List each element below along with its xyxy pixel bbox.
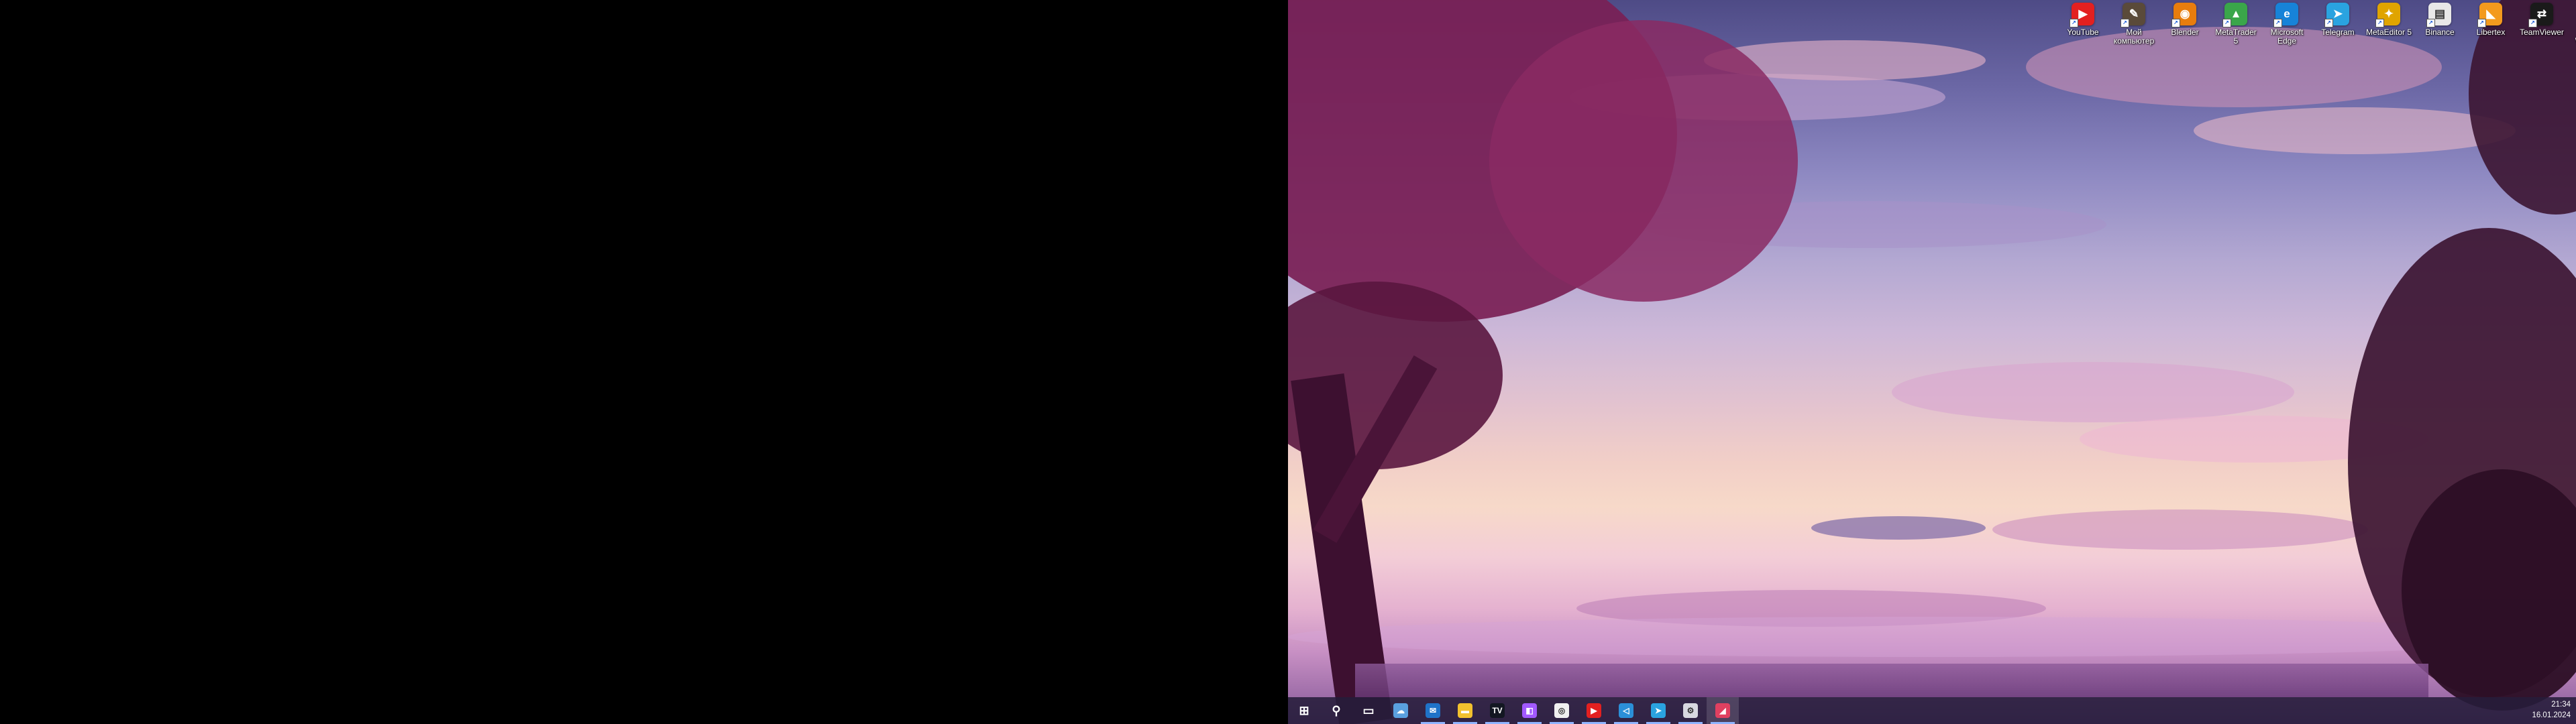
youtube-button[interactable]: ▶ — [1578, 697, 1610, 724]
clock-date: 16.01.2024 — [2532, 711, 2571, 719]
desktop-shortcut-label: Libertex — [2476, 27, 2506, 37]
app-icon: ◢ — [1715, 703, 1730, 718]
folder-icon: ▬ — [1458, 703, 1472, 718]
steam-button[interactable]: ⚙ — [1674, 697, 1707, 724]
active-app-button[interactable]: ◢ — [1707, 697, 1739, 724]
metaeditor-icon: ✦ ↗ — [2375, 3, 2400, 27]
desktop-shortcut-label: Cyotek WebCopy — [2569, 28, 2576, 46]
chrome-button[interactable]: ◎ — [1546, 697, 1578, 724]
clock[interactable]: 21:34 16.01.2024 — [2532, 699, 2571, 721]
steam-icon: ⚙ — [1683, 703, 1698, 718]
shortcut-arrow-icon: ↗ — [2477, 19, 2486, 27]
shortcut-arrow-icon: ↗ — [2324, 19, 2333, 27]
task-view-icon: ▭ — [1362, 703, 1375, 717]
desktop-shortcut[interactable]: ▶ ↗ YouTube — [2059, 1, 2106, 52]
document-icon: ▤ ↗ — [2426, 3, 2451, 27]
blender-icon: ◉ ↗ — [2171, 3, 2196, 27]
desktop[interactable]: ▶ ↗ YouTube ✎ ↗ Мой компьютер ◉ ↗ Blender ▲ ↗ MetaT… — [1288, 0, 2576, 724]
desktop-shortcut[interactable]: ▲ ↗ MetaTrader 5 — [2212, 1, 2259, 52]
desktop-shortcut[interactable]: ⇄ ↗ TeamViewer — [2518, 1, 2565, 52]
search-button[interactable]: ⚲ — [1320, 697, 1352, 724]
shortcut-arrow-icon: ↗ — [2070, 19, 2078, 27]
desktop-shortcut-label: Microsoft Edge — [2270, 27, 2304, 46]
mail-button[interactable]: ✉ — [1417, 697, 1449, 724]
desktop-shortcut-label: MetaTrader 5 — [2215, 27, 2257, 46]
windows-icon: ⊞ — [1299, 703, 1309, 717]
youtube-icon: ▶ ↗ — [2070, 3, 2094, 27]
shortcut-arrow-icon: ↗ — [2222, 19, 2231, 27]
libertex-icon: ◣ ↗ — [2477, 3, 2502, 27]
telegram-icon: ➤ ↗ — [2324, 3, 2349, 27]
desktop-shortcut-label: Telegram — [2321, 27, 2355, 37]
desktop-shortcut[interactable]: ◣ ↗ Libertex — [2467, 1, 2514, 52]
shortcut-arrow-icon: ↗ — [2121, 19, 2129, 27]
start-button[interactable]: ⊞ — [1288, 697, 1320, 724]
desktop-shortcut[interactable]: ◉ ↗ Blender — [2161, 1, 2208, 52]
desktop-shortcut[interactable]: ◔↗Cyotek WebCopy — [2569, 1, 2576, 52]
vscode-button[interactable]: ◁ — [1610, 697, 1642, 724]
figma-button[interactable]: ◧ — [1513, 697, 1546, 724]
desktop-shortcut-label: Мой компьютер — [2113, 27, 2155, 46]
desktop-icon-row: ▶ ↗ YouTube ✎ ↗ Мой компьютер ◉ ↗ Blender ▲ ↗ MetaT… — [1288, 0, 2576, 54]
youtube-icon: ▶ — [1587, 703, 1601, 718]
taskbar: ⊞ ⚲ ▭ ☁ ✉ ▬ TV ◧ ◎ ▶ ◁ ➤ ⚙ ◢ 21:34 16.01.2024 — [1288, 697, 2576, 724]
shortcut-arrow-icon: ↗ — [2528, 19, 2537, 27]
metatrader-icon: ▲ ↗ — [2222, 3, 2247, 27]
shortcut-arrow-icon: ↗ — [2273, 19, 2282, 27]
desktop-shortcut-label: Binance — [2425, 27, 2455, 37]
desktop-shortcut[interactable]: e ↗ Microsoft Edge — [2263, 1, 2310, 52]
edge-icon: e ↗ — [2273, 3, 2298, 27]
desktop-shortcut[interactable]: ▤ ↗ Binance — [2416, 1, 2463, 52]
mail-icon: ✉ — [1426, 703, 1440, 718]
vscode-icon: ◁ — [1619, 703, 1633, 718]
search-icon: ⚲ — [1332, 703, 1341, 717]
secondary-monitor-blank — [0, 0, 1288, 724]
tradingview-icon: TV — [1490, 703, 1505, 718]
telegram-icon: ➤ — [1651, 703, 1666, 718]
task-view-button[interactable]: ▭ — [1352, 697, 1385, 724]
weather-button[interactable]: ☁ — [1385, 697, 1417, 724]
shortcut-arrow-icon: ↗ — [2426, 19, 2435, 27]
sketch-app-icon: ✎ ↗ — [2121, 3, 2145, 27]
figma-icon: ◧ — [1522, 703, 1537, 718]
telegram-button[interactable]: ➤ — [1642, 697, 1674, 724]
desktop-shortcut-label: Blender — [2171, 27, 2199, 37]
shortcut-arrow-icon: ↗ — [2375, 19, 2384, 27]
desktop-shortcut[interactable]: ➤ ↗ Telegram — [2314, 1, 2361, 52]
desktop-shortcut-label: MetaEditor 5 — [2365, 27, 2412, 37]
explorer-button[interactable]: ▬ — [1449, 697, 1481, 724]
desktop-shortcut-label: TeamViewer — [2520, 27, 2564, 37]
desktop-shortcut[interactable]: ✎ ↗ Мой компьютер — [2110, 1, 2157, 52]
chrome-icon: ◎ — [1554, 703, 1569, 718]
desktop-shortcut[interactable]: ✦ ↗ MetaEditor 5 — [2365, 1, 2412, 52]
tradingview-button[interactable]: TV — [1481, 697, 1513, 724]
weather-icon: ☁ — [1393, 703, 1408, 718]
clock-time: 21:34 — [2551, 701, 2571, 709]
desktop-shortcut-label: YouTube — [2067, 27, 2099, 37]
shortcut-arrow-icon: ↗ — [2171, 19, 2180, 27]
teamviewer-icon: ⇄ ↗ — [2528, 3, 2553, 27]
